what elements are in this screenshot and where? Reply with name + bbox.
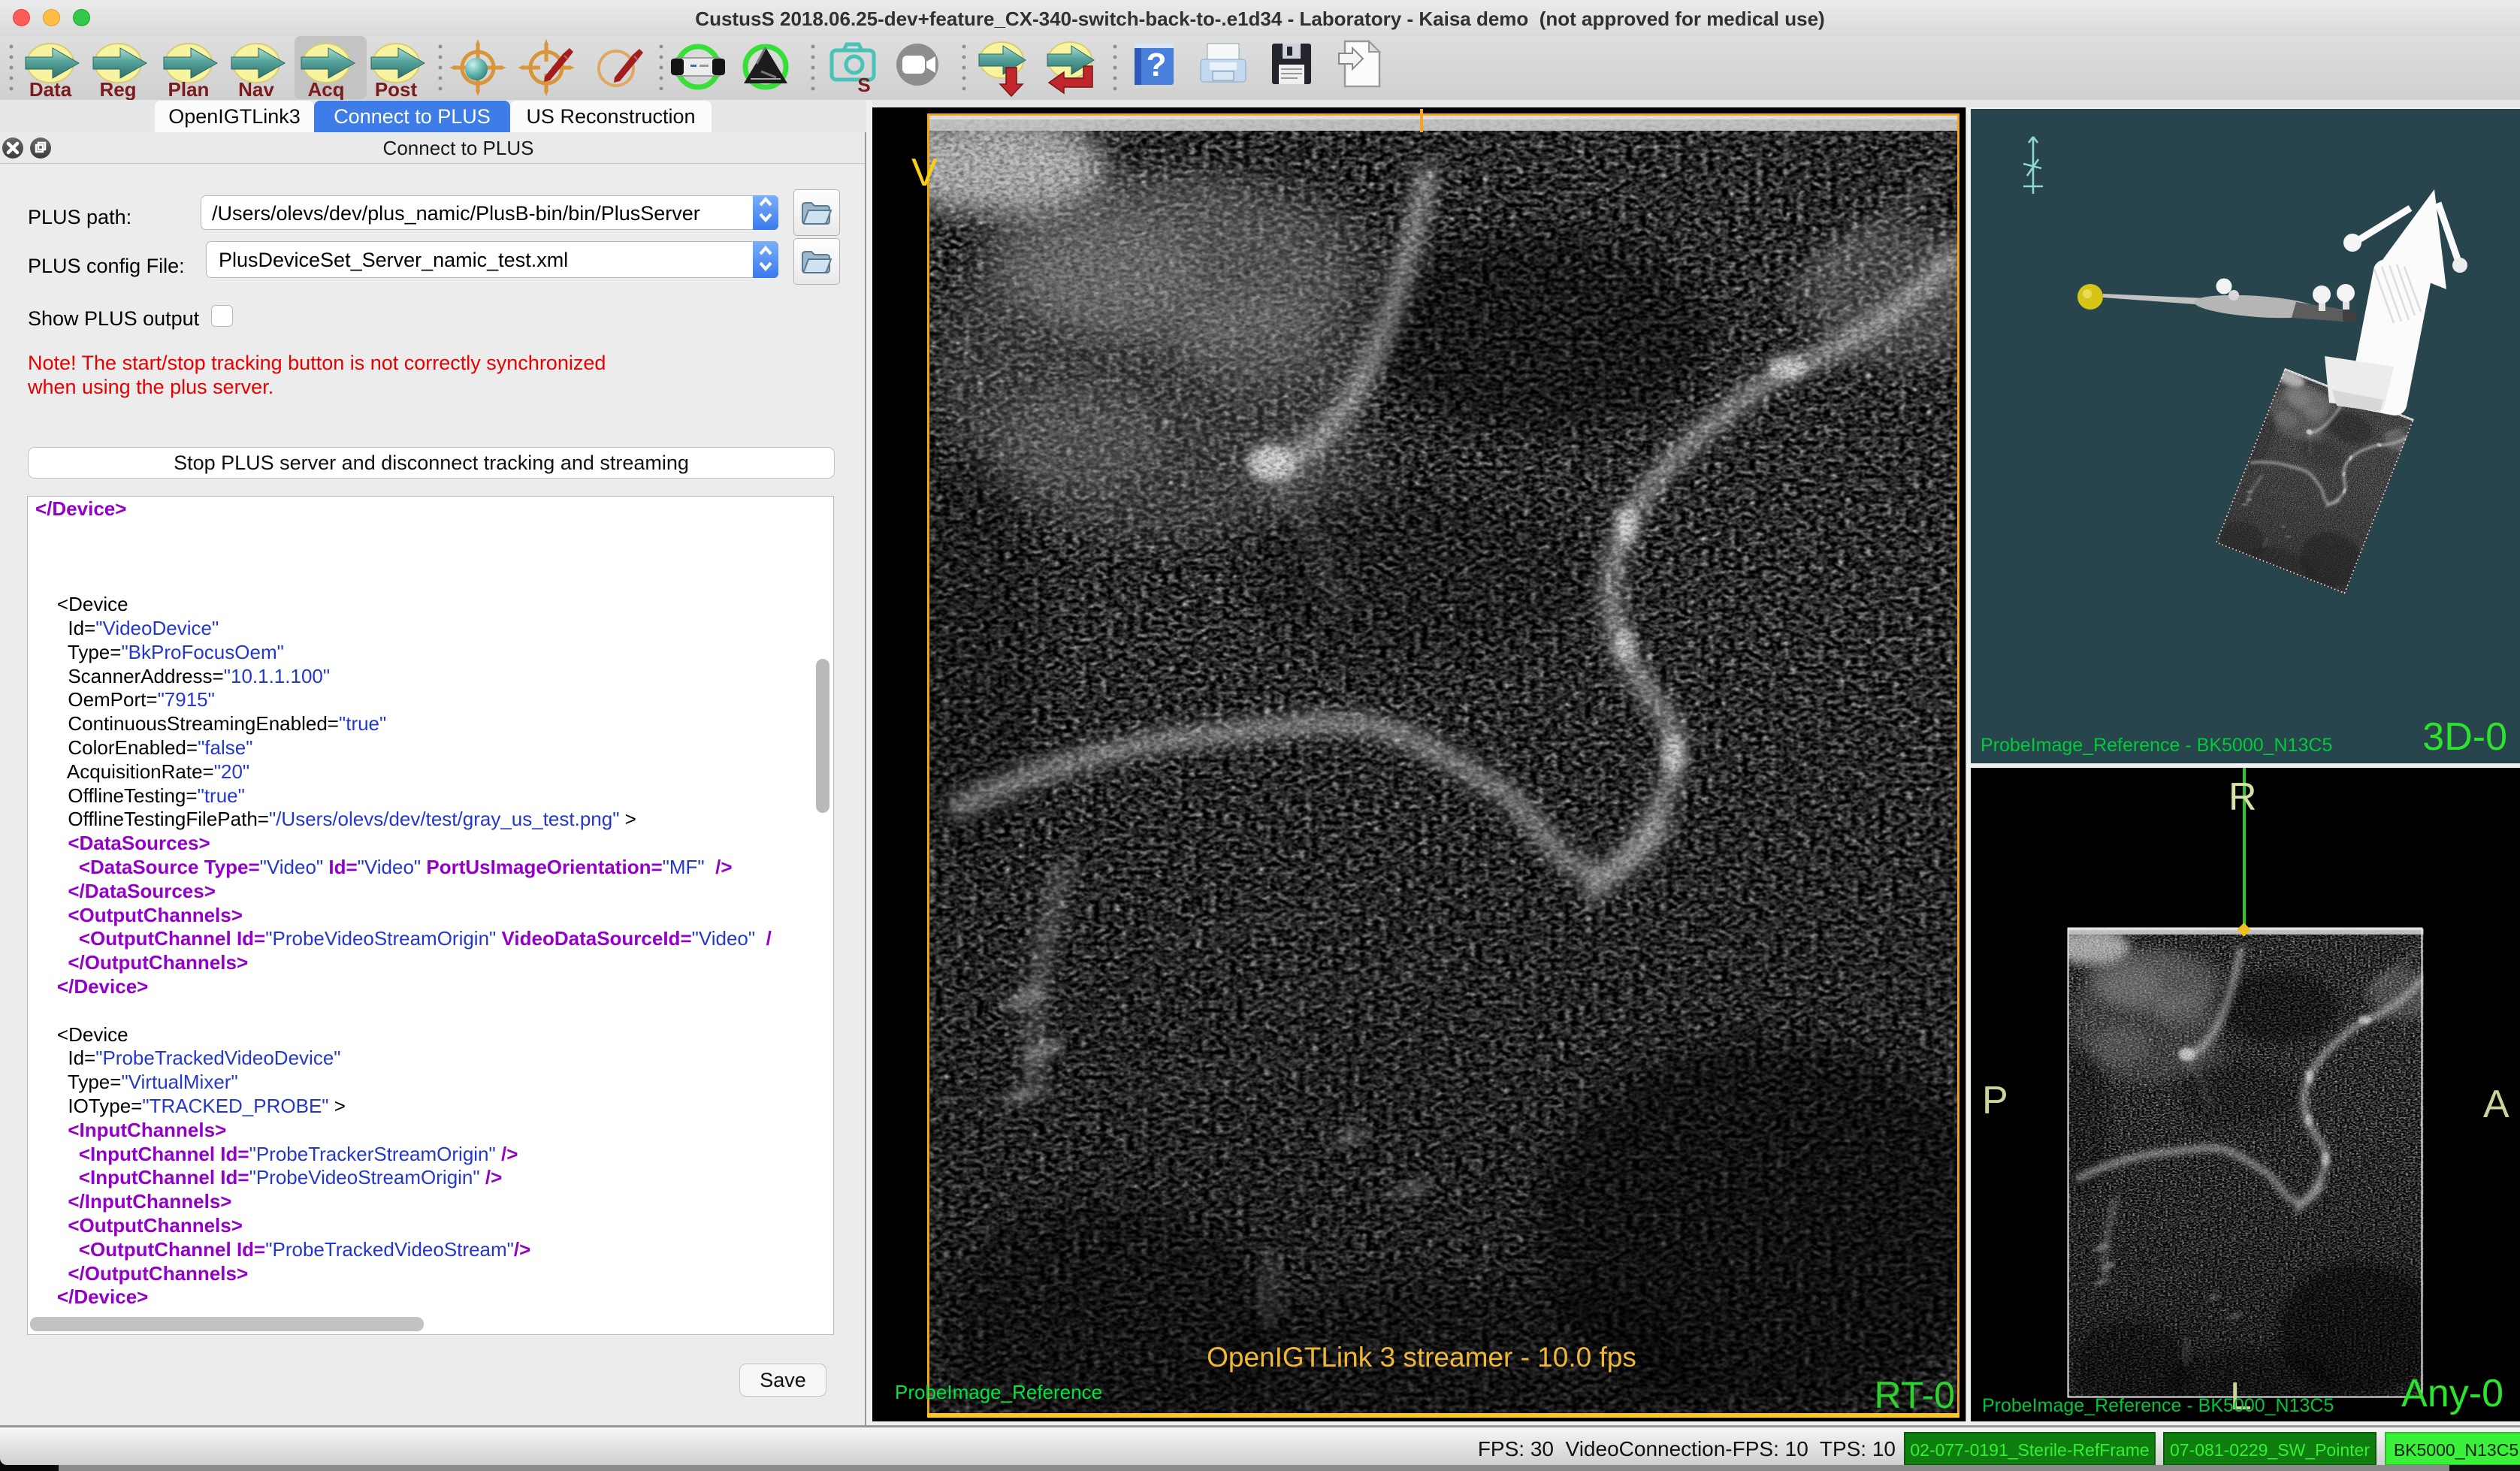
svg-text:RT-0: RT-0 — [1875, 1374, 1955, 1416]
svg-text:ProbeImage_Reference - BK5000_: ProbeImage_Reference - BK5000_N13C5 — [1982, 1395, 2334, 1416]
svg-text:?: ? — [1147, 47, 1167, 83]
svg-text:Any-0: Any-0 — [2401, 1372, 2503, 1415]
svg-text:R: R — [2228, 775, 2257, 819]
svg-text:Post: Post — [375, 78, 418, 101]
svg-text:Acq: Acq — [307, 78, 344, 101]
svg-text:Reg: Reg — [99, 78, 136, 101]
svg-text:OpenIGTLink 3 streamer - 10.0: OpenIGTLink 3 streamer - 10.0 fps — [1207, 1342, 1636, 1373]
svg-text:Data: Data — [29, 78, 72, 101]
svg-text:S: S — [857, 74, 870, 96]
svg-text:Plan: Plan — [168, 78, 210, 101]
svg-text:V: V — [911, 151, 938, 195]
svg-text:ProbeImage_Reference - BK5000_: ProbeImage_Reference - BK5000_N13C5 — [1981, 735, 2332, 756]
svg-text:Nav: Nav — [238, 78, 274, 101]
svg-text:ProbeImage_Reference: ProbeImage_Reference — [895, 1381, 1102, 1403]
svg-text:3D-0: 3D-0 — [2422, 715, 2507, 759]
svg-text:P: P — [1982, 1079, 2008, 1122]
svg-text:A: A — [2483, 1083, 2509, 1126]
